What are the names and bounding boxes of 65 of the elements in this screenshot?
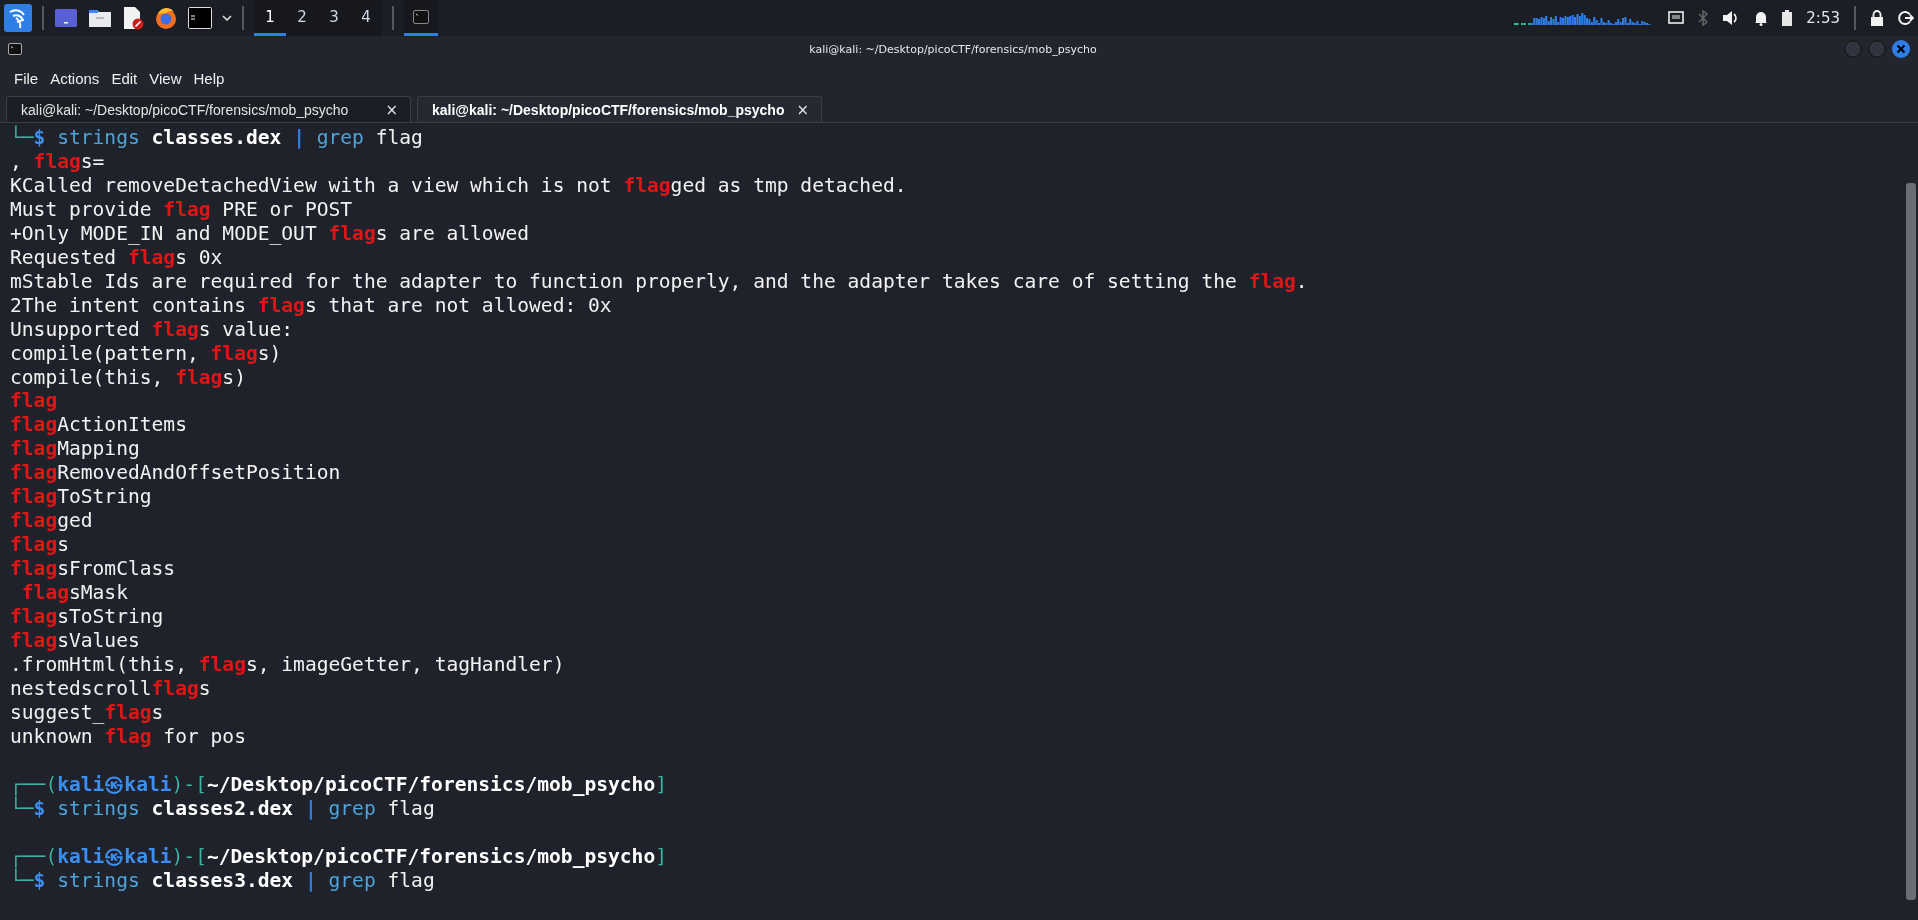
bell-icon[interactable]: [1754, 10, 1769, 26]
terminal-line: Requested flags 0x: [10, 245, 224, 270]
menu-item[interactable]: Edit: [105, 67, 144, 89]
terminal-window-button[interactable]: [404, 0, 438, 36]
terminal-line: └─$ strings classes2.dex | grep flag: [10, 796, 436, 821]
terminal-line: flagRemovedAndOffsetPosition: [10, 461, 342, 486]
dragon-logo-icon[interactable]: [4, 4, 32, 32]
terminal-line: , flags=: [10, 149, 106, 174]
browser-icon[interactable]: [154, 6, 178, 30]
terminal-line: compile(pattern, flags): [10, 341, 283, 366]
scrollbar-thumb[interactable]: [1906, 183, 1916, 900]
folder-icon[interactable]: [88, 7, 112, 29]
terminal-line: compile(this, flags): [10, 365, 247, 390]
terminal-line: flagsMask: [20, 581, 129, 606]
menu-item[interactable]: Actions: [44, 67, 106, 89]
logout-icon[interactable]: [1898, 10, 1914, 26]
terminal-line: ┌──(kali㉿kali)-[~/Desktop/picoCTF/forensics/mob_psycho]: [10, 772, 668, 796]
terminal-line: flagMapping: [10, 437, 141, 462]
terminal-line: flagsValues: [10, 629, 141, 653]
tab[interactable]: kali@kali: ~/Desktop/picoCTF/forensics/mob_psycho ×: [6, 96, 411, 122]
close-tab-button[interactable]: ×: [794, 100, 811, 119]
terminal-line: flags: [10, 533, 70, 558]
tab-label[interactable]: kali@kali: ~/Desktop/picoCTF/forensics/mob_psycho: [21, 101, 349, 118]
terminal-line: flagged: [10, 509, 94, 534]
clock[interactable]: 2:53: [1806, 9, 1840, 27]
terminal-icon[interactable]: [188, 7, 212, 29]
terminal-line: suggest_flags: [10, 700, 165, 725]
tab[interactable]: kali@kali: ~/Desktop/picoCTF/forensics/mob_psycho ×: [417, 96, 822, 122]
terminal-line: mStable Ids are required for the adapter to function properly, and the adapter takes care of setting the flag.: [10, 269, 1309, 294]
terminal-line: flagToString: [10, 485, 153, 510]
terminal-line: unknown flag for pos: [10, 724, 247, 749]
menu-item[interactable]: File: [8, 67, 45, 89]
lock-icon[interactable]: [1870, 10, 1884, 26]
menu-item[interactable]: View: [143, 67, 188, 89]
terminal-line: flagActionItems: [10, 413, 188, 438]
battery-icon[interactable]: [1782, 10, 1793, 26]
terminal-line: ┌──(kali㉿kali)-[~/Desktop/picoCTF/forensics/mob_psycho]: [10, 844, 668, 868]
terminal-line: +Only MODE_IN and MODE_OUT flags are allowed: [10, 221, 531, 246]
terminal-icon: [413, 9, 429, 24]
workspace-button[interactable]: 1: [254, 0, 286, 36]
menu-item[interactable]: Help: [187, 67, 231, 89]
terminal-icon: [8, 43, 22, 55]
terminal-line: 2The intent contains flags that are not allowed: 0x: [10, 293, 613, 318]
terminal-line: KCalled removeDetachedView with a view which is not flagged as tmp detached.: [10, 173, 908, 198]
terminal-line: flag: [10, 389, 59, 414]
workspace-button[interactable]: 3: [318, 0, 350, 36]
window-title: kali@kali: ~/Desktop/picoCTF/forensics/mob_psycho: [808, 42, 1098, 56]
desktop-icon[interactable]: [54, 7, 78, 29]
terminal-line: └─$ strings classes3.dex | grep flag: [10, 868, 436, 893]
close-tab-button[interactable]: ×: [383, 100, 400, 119]
workspace-button[interactable]: 2: [286, 0, 318, 36]
terminal-line: nestedscrollflags: [10, 676, 212, 701]
text-editor-icon[interactable]: [122, 6, 144, 30]
terminal-line: Must provide flag PRE or POST: [10, 197, 354, 222]
caret-icon[interactable]: [222, 15, 232, 21]
terminal-line: Unsupported flags value:: [10, 317, 295, 342]
terminal-line: └─$ strings classes.dex | grep flag: [10, 126, 424, 150]
network-icon[interactable]: [1668, 11, 1685, 25]
terminal-line: flagsFromClass: [10, 557, 177, 582]
tab-label[interactable]: kali@kali: ~/Desktop/picoCTF/forensics/mob_psycho: [432, 101, 785, 118]
bluetooth-icon[interactable]: [1698, 10, 1709, 26]
workspace-button[interactable]: 4: [350, 0, 382, 36]
terminal-line: flagsToString: [10, 605, 165, 629]
terminal-line: .fromHtml(this, flags, imageGetter, tagHandler): [10, 652, 566, 677]
close-button[interactable]: [1892, 40, 1910, 58]
